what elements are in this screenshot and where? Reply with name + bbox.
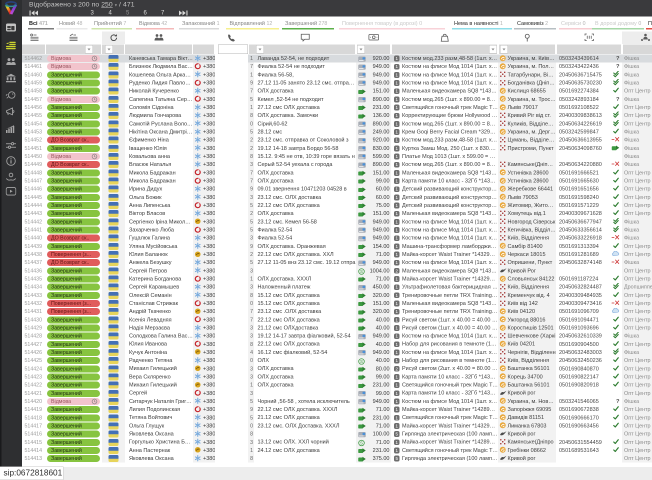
svg-text:S: S (360, 440, 363, 445)
svg-text:S: S (360, 359, 363, 364)
svg-text:S: S (360, 269, 363, 274)
